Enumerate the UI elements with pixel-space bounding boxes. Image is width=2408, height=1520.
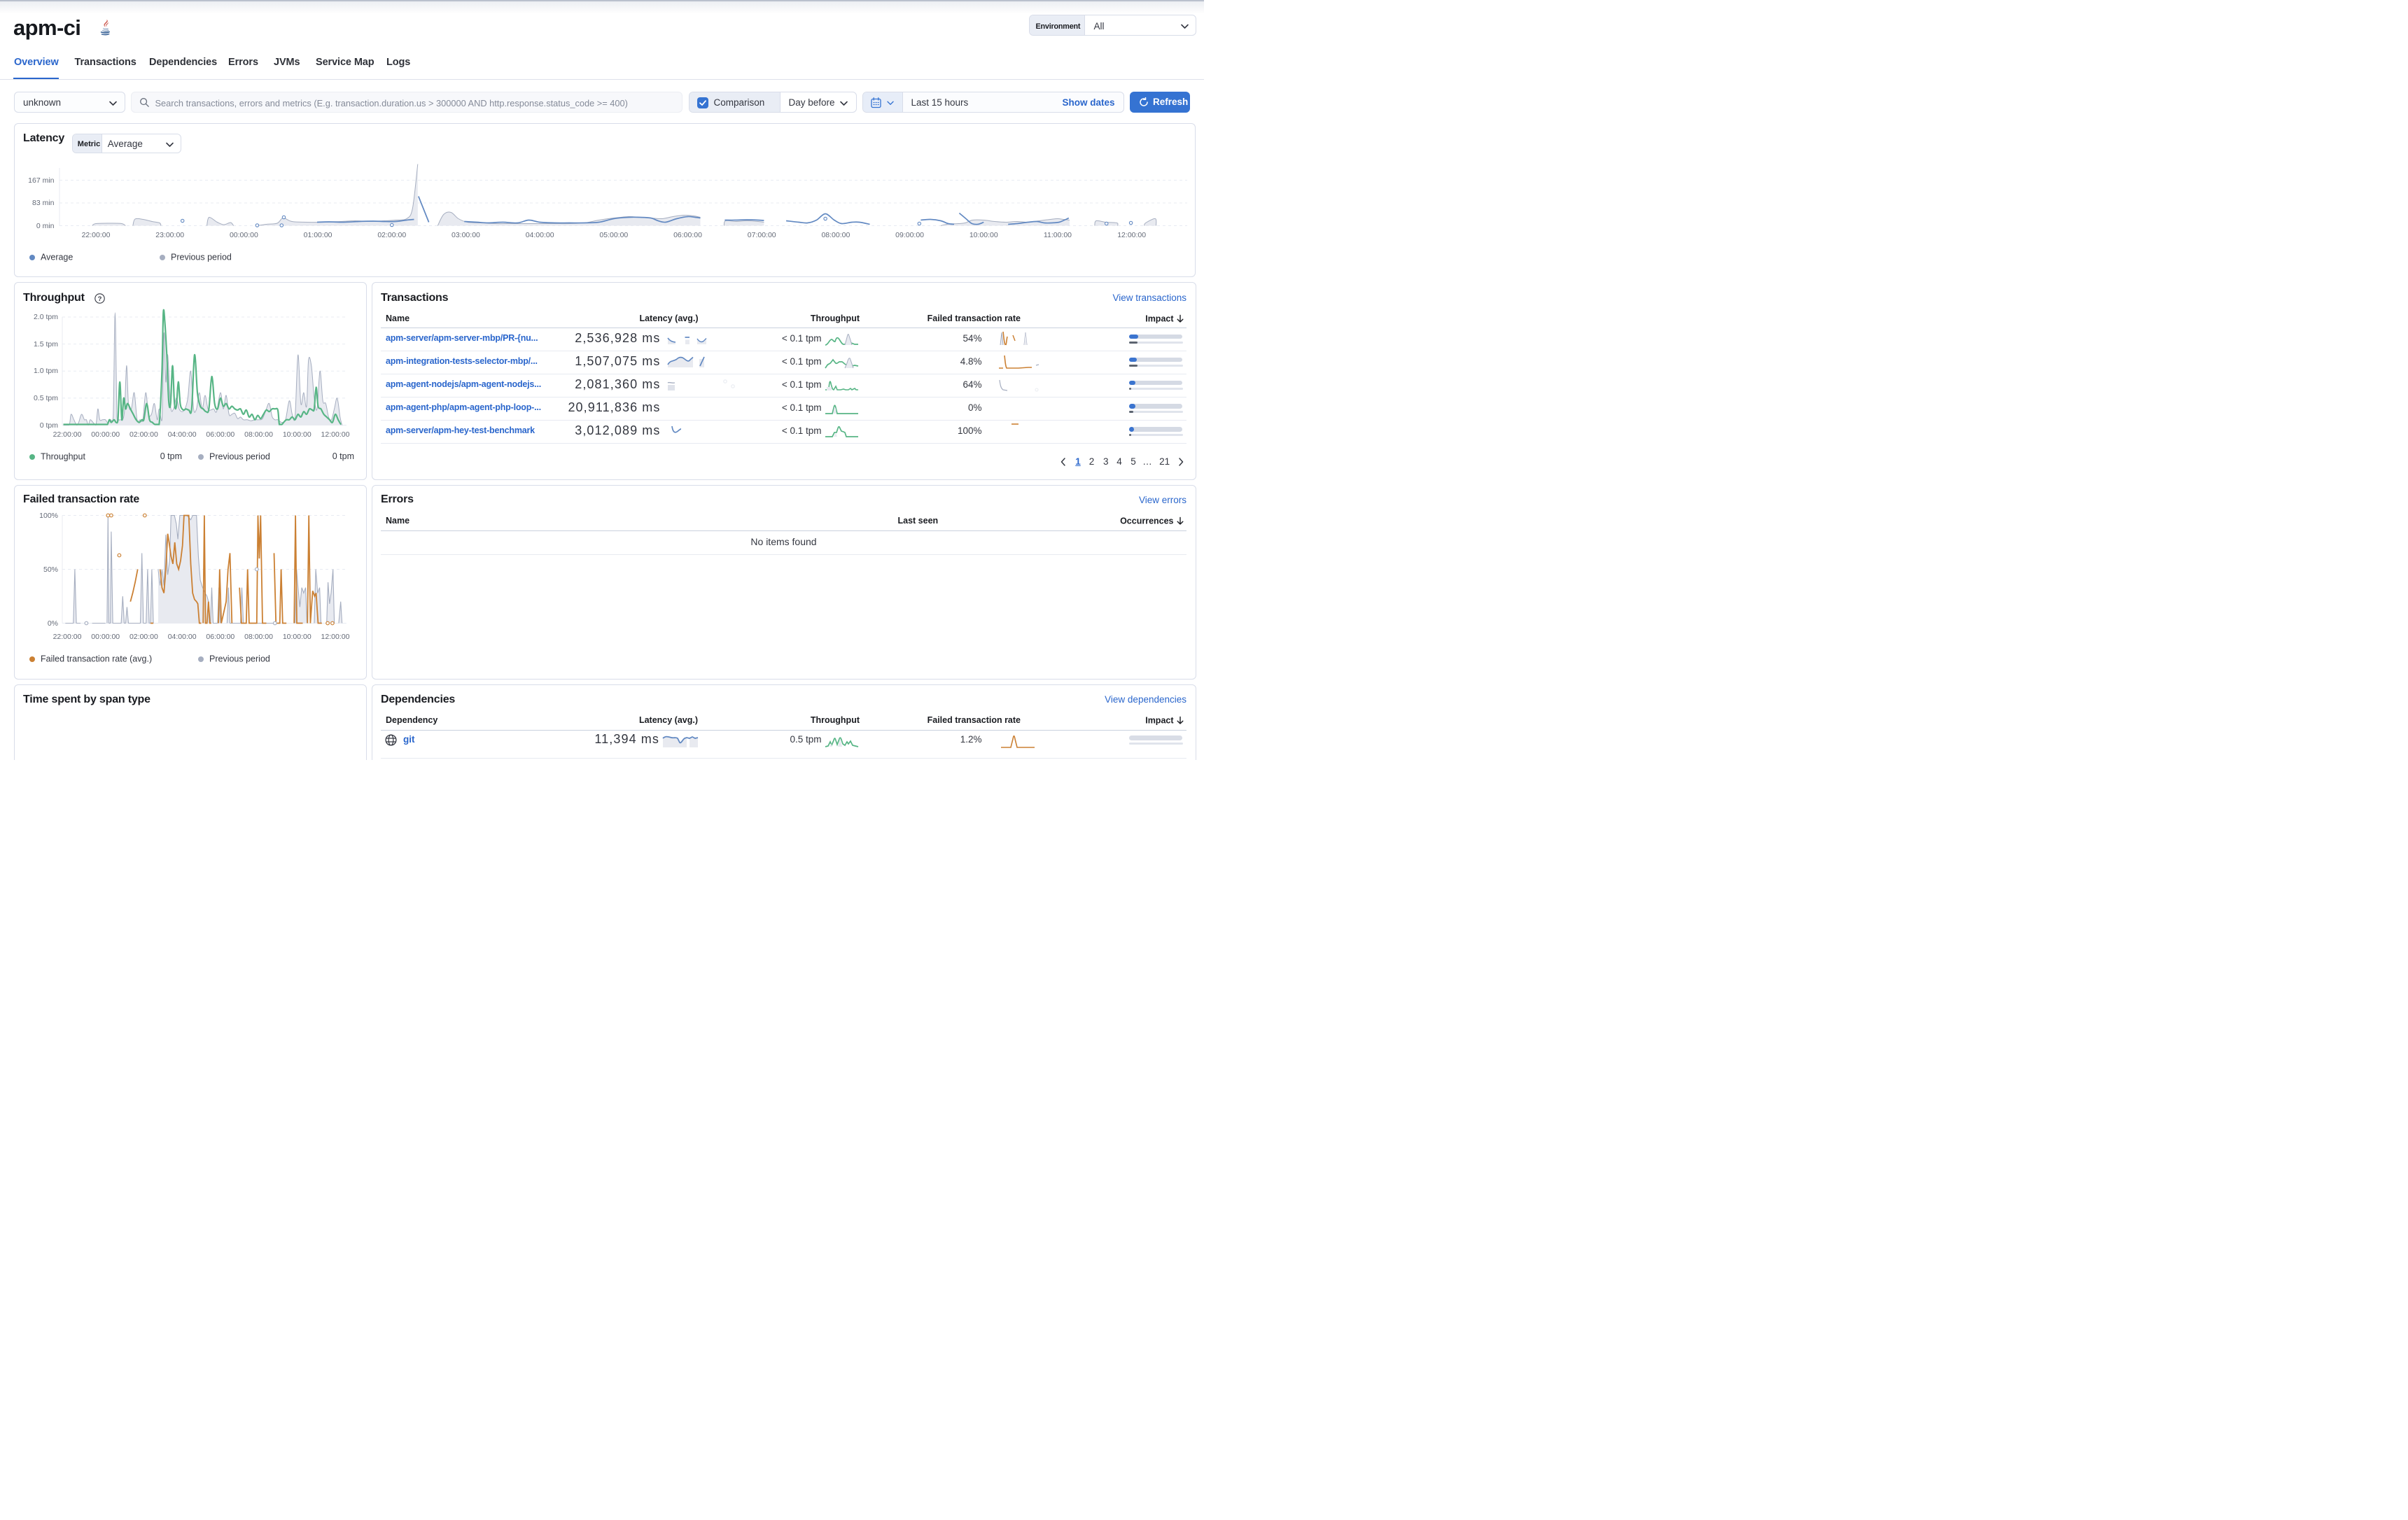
svg-text:?: ?	[98, 295, 102, 303]
